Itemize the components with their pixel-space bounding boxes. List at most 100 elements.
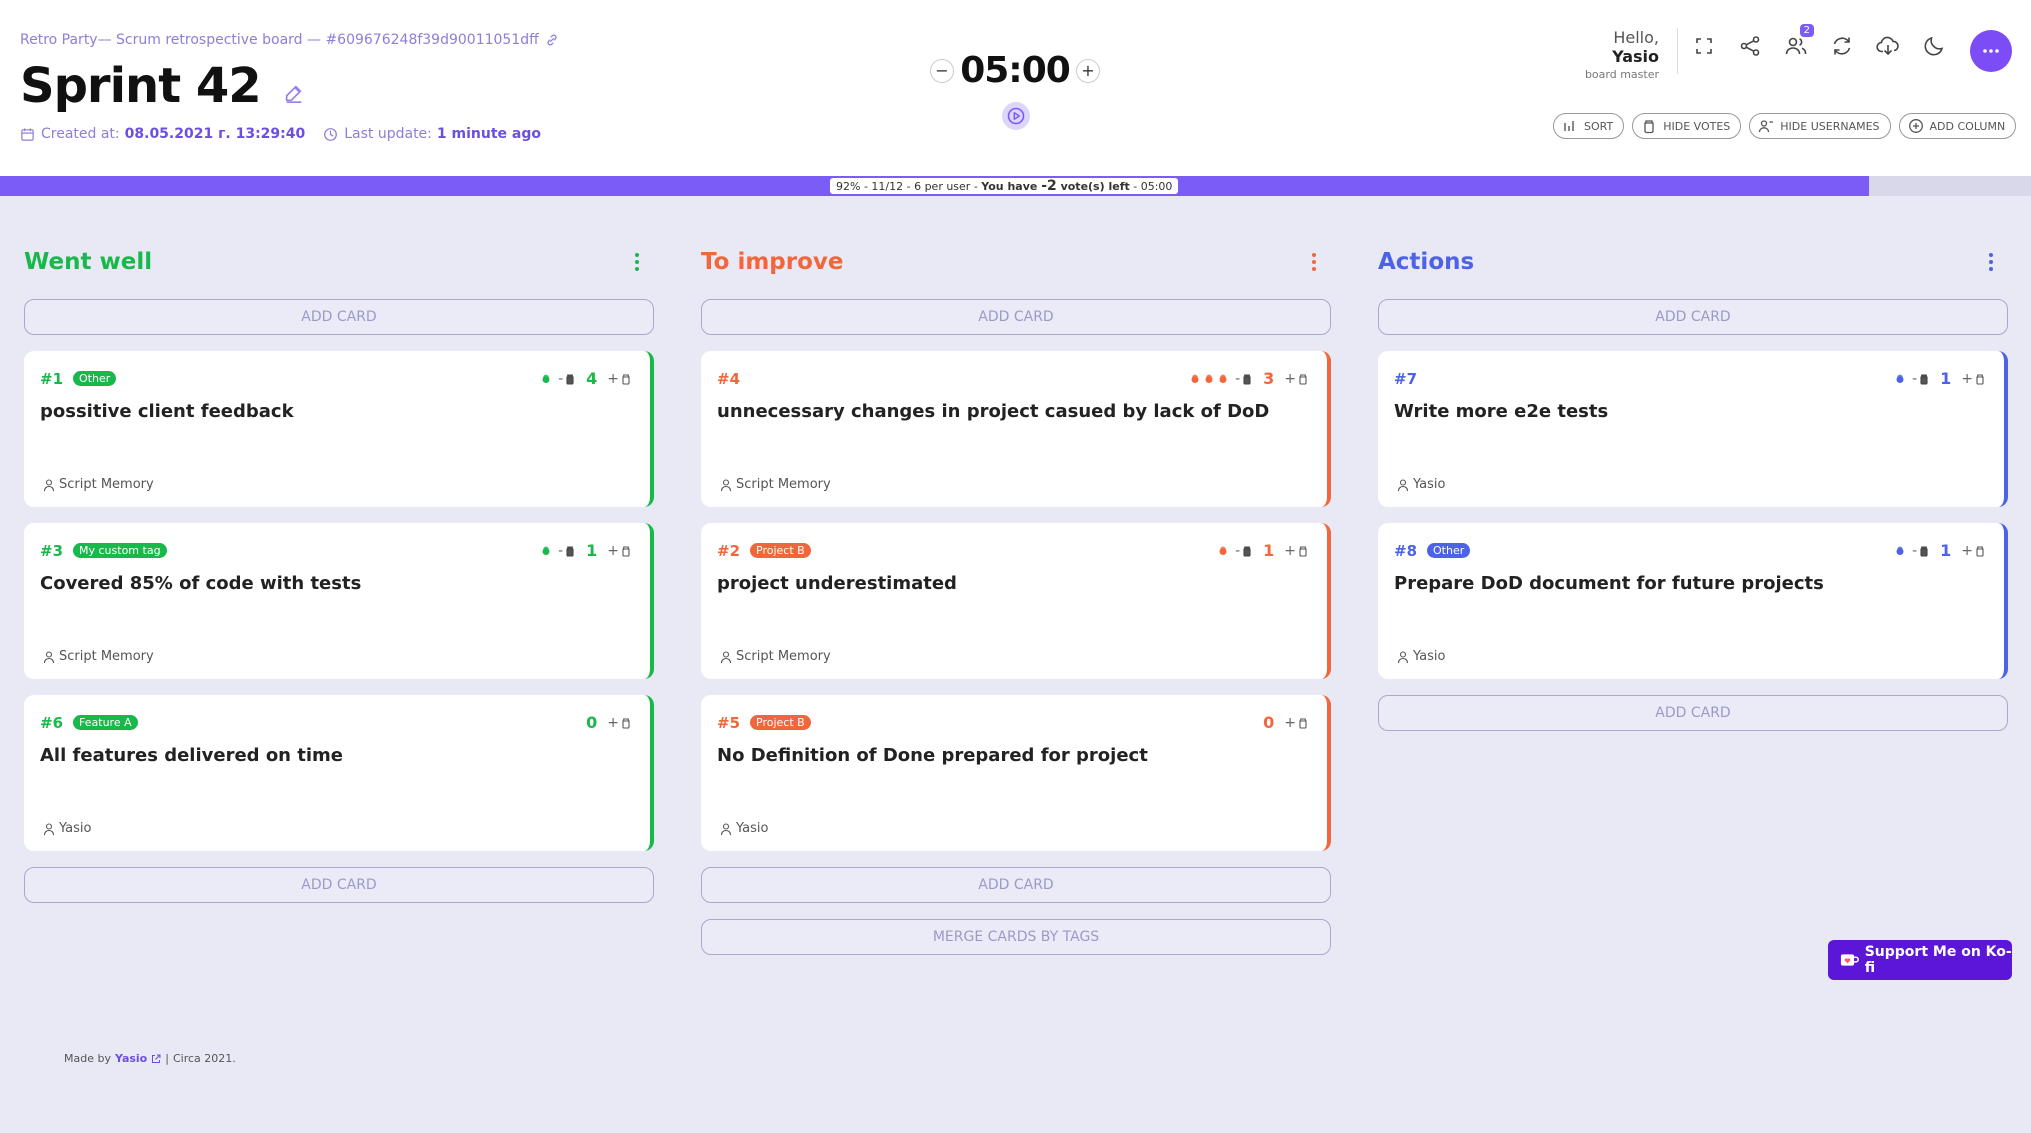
card-author-name: Script Memory <box>736 649 831 664</box>
card-text[interactable]: unnecessary changes in project casued by… <box>717 401 1269 422</box>
add-vote-button[interactable]: + <box>607 543 632 559</box>
remove-vote-button[interactable]: - <box>1235 543 1253 559</box>
board-meta: Created at: 08.05.2021 г. 13:29:40 Last … <box>20 126 541 142</box>
remove-vote-sign: - <box>1912 542 1918 559</box>
sort-button[interactable]: SORT <box>1553 113 1625 139</box>
user-votes-indicator <box>540 373 552 385</box>
merge-cards-button[interactable]: MERGE CARDS BY TAGS <box>701 919 1331 955</box>
add-vote-button[interactable]: + <box>1284 715 1309 731</box>
remove-vote-button[interactable]: - <box>1235 371 1253 387</box>
add-column-button[interactable]: ADD COLUMN <box>1898 113 2017 139</box>
add-card-button[interactable]: ADD CARD <box>24 299 654 335</box>
card-author: Yasio <box>1396 649 1445 664</box>
remove-vote-button[interactable]: - <box>1912 371 1930 387</box>
remove-vote-button[interactable]: - <box>558 371 576 387</box>
users-count-badge: 2 <box>1799 24 1814 37</box>
card-author-name: Script Memory <box>59 477 154 492</box>
link-icon[interactable] <box>545 33 559 47</box>
column-title[interactable]: Actions <box>1378 249 1474 275</box>
timer-increase-button[interactable]: + <box>1076 58 1100 83</box>
card-header: #6 Feature A 0 + <box>40 713 632 732</box>
add-vote-button[interactable]: + <box>1284 543 1309 559</box>
card[interactable]: #4 - 3 + unnecessary changes in project casu… <box>701 351 1331 507</box>
refresh-icon[interactable] <box>1830 34 1854 58</box>
kofi-button[interactable]: Support Me on Ko-fi <box>1828 940 2012 980</box>
card-tag[interactable]: Other <box>73 371 117 386</box>
add-card-button[interactable]: ADD CARD <box>1378 299 2008 335</box>
timer-decrease-button[interactable]: − <box>930 58 954 83</box>
remove-vote-sign: - <box>1235 370 1241 387</box>
add-card-button[interactable]: ADD CARD <box>24 867 654 903</box>
kofi-label: Support Me on Ko-fi <box>1864 944 2012 976</box>
card-tag[interactable]: Project B <box>750 715 811 730</box>
title-row: Sprint 42 <box>20 58 305 114</box>
users-icon[interactable]: 2 <box>1784 24 1814 58</box>
card-text[interactable]: Covered 85% of code with tests <box>40 573 361 594</box>
share-icon[interactable] <box>1738 34 1762 58</box>
card-tag[interactable]: Project B <box>750 543 811 558</box>
timer-play-button[interactable] <box>1002 102 1030 130</box>
card-votes: - 1 + <box>540 541 632 560</box>
column-title[interactable]: To improve <box>701 249 844 275</box>
breadcrumb-text[interactable]: Retro Party— Scrum retrospective board —… <box>20 32 539 48</box>
dark-mode-icon[interactable] <box>1922 34 1946 58</box>
add-card-button[interactable]: ADD CARD <box>1378 695 2008 731</box>
card-tag[interactable]: My custom tag <box>73 543 167 558</box>
vote-jar-icon <box>1297 717 1309 729</box>
hide-votes-button[interactable]: HIDE VOTES <box>1632 113 1742 139</box>
remove-vote-button[interactable]: - <box>1912 543 1930 559</box>
user-greeting: Hello, Yasio board master <box>1585 28 1659 82</box>
sort-icon <box>1564 121 1574 131</box>
remove-vote-button[interactable]: - <box>558 543 576 559</box>
column-menu-icon[interactable] <box>1311 251 1317 273</box>
vote-count: 0 <box>1263 713 1275 732</box>
add-vote-button[interactable]: + <box>607 371 632 387</box>
add-vote-button[interactable]: + <box>1961 543 1986 559</box>
card-text[interactable]: Write more e2e tests <box>1394 401 1608 422</box>
card-text[interactable]: All features delivered on time <box>40 745 343 766</box>
card-header: #4 - 3 + <box>717 369 1309 388</box>
remove-vote-sign: - <box>558 542 564 559</box>
column-title[interactable]: Went well <box>24 249 152 275</box>
card[interactable]: #6 Feature A 0 + All features delivered on t… <box>24 695 654 851</box>
column-menu-icon[interactable] <box>634 251 640 273</box>
external-link-icon[interactable] <box>151 1054 161 1064</box>
card-number: #1 <box>40 369 64 388</box>
add-vote-button[interactable]: + <box>1961 371 1986 387</box>
edit-icon[interactable] <box>283 68 305 104</box>
card-text[interactable]: project underestimated <box>717 573 957 594</box>
card-author: Yasio <box>1396 477 1445 492</box>
user-votes-indicator <box>1217 545 1229 557</box>
card[interactable]: #7 - 1 + Write more e2e tests Yasio <box>1378 351 2008 507</box>
column-menu-icon[interactable] <box>1988 251 1994 273</box>
card-text[interactable]: Prepare DoD document for future projects <box>1394 573 1824 594</box>
fullscreen-icon[interactable] <box>1692 34 1716 58</box>
add-column-label: ADD COLUMN <box>1929 119 2006 133</box>
card[interactable]: #1 Other - 4 + possitive client feedback Scrip… <box>24 351 654 507</box>
card-tag[interactable]: Other <box>1427 543 1471 558</box>
card-tag[interactable]: Feature A <box>73 715 138 730</box>
footer-author-link[interactable]: Yasio <box>115 1052 147 1065</box>
card[interactable]: #2 Project B - 1 + project underestimated Scri… <box>701 523 1331 679</box>
greeting-role: board master <box>1584 68 1659 82</box>
download-icon[interactable] <box>1876 34 1900 58</box>
more-menu-button[interactable] <box>1970 30 2012 72</box>
add-card-button[interactable]: ADD CARD <box>701 867 1331 903</box>
remove-vote-sign: - <box>558 370 564 387</box>
card[interactable]: #8 Other - 1 + Prepare DoD document for futur… <box>1378 523 2008 679</box>
vote-token-icon <box>1894 373 1906 385</box>
card-text[interactable]: No Definition of Done prepared for proje… <box>717 745 1148 766</box>
vote-jar-icon <box>620 545 632 557</box>
add-card-button[interactable]: ADD CARD <box>701 299 1331 335</box>
add-vote-button[interactable]: + <box>607 715 632 731</box>
add-vote-button[interactable]: + <box>1284 371 1309 387</box>
card-author: Script Memory <box>42 477 154 492</box>
vote-jar-icon <box>1918 545 1930 557</box>
card[interactable]: #3 My custom tag - 1 + Covered 85% of code wi… <box>24 523 654 679</box>
card[interactable]: #5 Project B 0 + No Definition of Done prepa… <box>701 695 1331 851</box>
user-icon <box>720 478 732 491</box>
hide-usernames-label: HIDE USERNAMES <box>1780 119 1880 133</box>
hide-usernames-button[interactable]: HIDE USERNAMES <box>1749 113 1891 139</box>
card-votes: 0 + <box>582 713 632 732</box>
card-text[interactable]: possitive client feedback <box>40 401 294 422</box>
